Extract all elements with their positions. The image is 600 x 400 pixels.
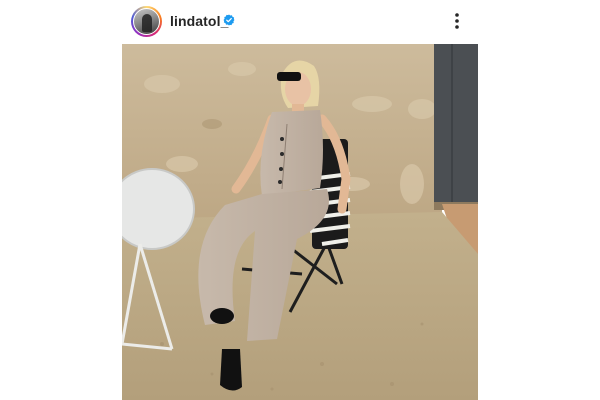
avatar-figure bbox=[142, 14, 152, 32]
avatar[interactable] bbox=[131, 6, 162, 37]
post-photo bbox=[122, 44, 478, 400]
post-image[interactable] bbox=[122, 44, 478, 400]
more-options-icon[interactable] bbox=[452, 11, 462, 31]
post-header: lindatol_ bbox=[122, 0, 478, 44]
verified-badge-icon bbox=[223, 14, 235, 26]
avatar-image bbox=[133, 8, 160, 35]
door bbox=[434, 44, 478, 204]
username-link[interactable]: lindatol_ bbox=[170, 13, 228, 29]
